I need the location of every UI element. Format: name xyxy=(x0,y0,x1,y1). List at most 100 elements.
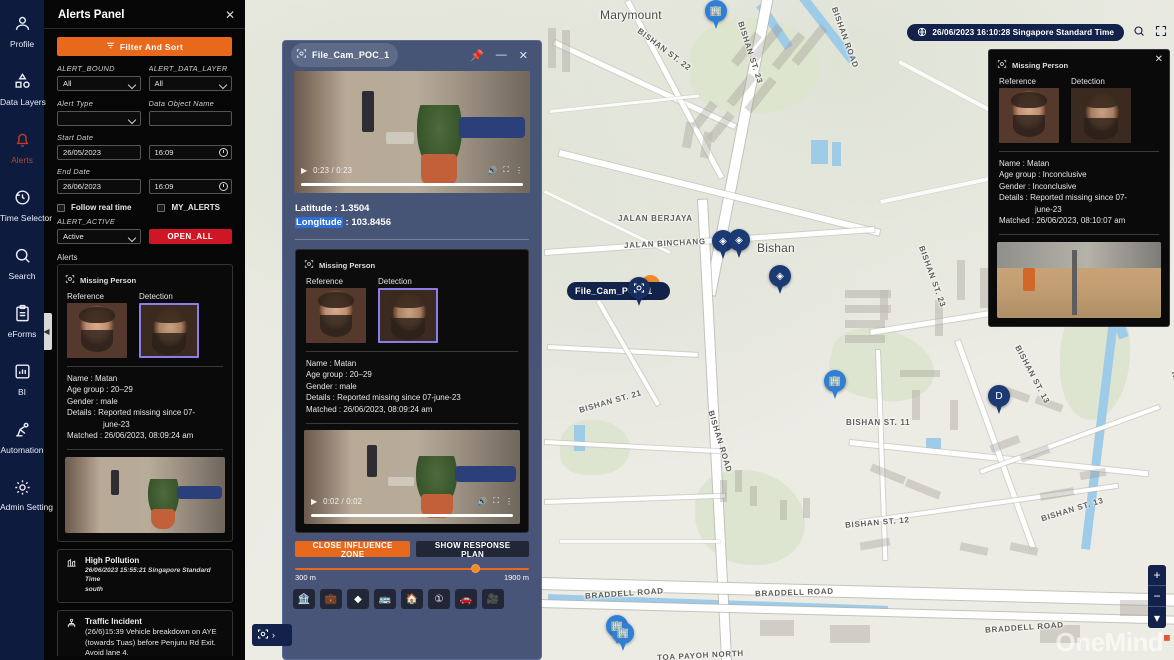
map-pin[interactable]: D xyxy=(988,385,1010,415)
alerts-panel[interactable]: Alerts Panel ✕ Filter And Sort ALERT_BOU… xyxy=(44,0,245,660)
camera-icon[interactable]: 🎥 xyxy=(482,589,504,610)
clock-icon[interactable] xyxy=(219,147,228,157)
pin-icon[interactable]: 📌 xyxy=(467,49,487,62)
clock-icon[interactable] xyxy=(219,181,228,191)
fullscreen-icon[interactable]: ⛶ xyxy=(493,496,499,506)
close-icon[interactable]: ✕ xyxy=(1155,54,1163,65)
alert-card-traffic[interactable]: Traffic Incident (26/6)15:39 Vehicle bre… xyxy=(57,610,233,656)
sidebar-item-profile[interactable]: Profile xyxy=(0,8,44,54)
chevron-right-icon[interactable]: › xyxy=(272,630,275,640)
influence-radius-slider[interactable] xyxy=(295,564,529,574)
alert-bound-select[interactable]: All xyxy=(57,76,141,91)
open-all-button[interactable]: OPEN_ALL xyxy=(148,229,232,244)
dialog-action-row[interactable]: CLOSE INFLUENCE ZONE SHOW RESPONSE PLAN xyxy=(295,541,529,559)
briefcase-icon[interactable]: 💼 xyxy=(320,589,342,610)
alert-card-detection[interactable]: Missing Person Reference Detection Name … xyxy=(57,264,233,543)
dialog-header[interactable]: File_Cam_POC_1 📌 — ✕ xyxy=(283,41,541,69)
more-vertical-icon[interactable]: ⋮ xyxy=(515,166,523,175)
map-pin[interactable]: 🏢 xyxy=(705,0,727,30)
map-pin[interactable]: ◈ xyxy=(728,229,750,259)
building-icon[interactable]: 🏦 xyxy=(293,589,315,610)
left-nav-rail[interactable]: Profile Data Layers Alerts Time Selector xyxy=(0,0,53,660)
map-zoom-controls[interactable]: + − ▾ xyxy=(1148,565,1166,628)
expand-icon[interactable] xyxy=(1155,25,1167,40)
sidebar-item-search[interactable]: Search xyxy=(0,240,44,286)
sidebar-item-admin-setting[interactable]: Admin Setting xyxy=(0,472,53,517)
data-object-name-field[interactable]: Data Object Name xyxy=(148,99,232,126)
map-pin-camera[interactable] xyxy=(628,277,650,307)
compass-button[interactable]: ▾ xyxy=(1148,607,1166,628)
start-date-row[interactable]: Start Date 26/05/2023 16:09 xyxy=(57,133,232,160)
end-date-inputs[interactable]: 26/06/2023 16:09 xyxy=(57,179,232,194)
filter-row-2[interactable]: Alert Type Data Object Name xyxy=(57,99,232,126)
sidebar-item-automation[interactable]: Automation xyxy=(0,414,44,460)
video-player-top[interactable]: ▶ 0:23 / 0:23 🔊 ⛶ ⋮ xyxy=(294,71,530,193)
diamond-icon[interactable]: ◆ xyxy=(347,589,369,610)
alert-card-pollution[interactable]: High Pollution 26/06/2023 15:55:21 Singa… xyxy=(57,549,233,604)
alert-detail-popup[interactable]: ✕ Missing Person Reference Detection Nam… xyxy=(988,49,1170,328)
sidebar-item-time-selector[interactable]: Time Selector xyxy=(0,182,52,228)
show-response-plan-button[interactable]: SHOW RESPONSE PLAN xyxy=(416,541,529,559)
close-icon[interactable]: ✕ xyxy=(225,8,235,22)
volume-icon[interactable]: 🔊 xyxy=(487,166,497,175)
search-icon[interactable] xyxy=(1133,25,1145,40)
map-camera-label[interactable]: File_Cam_POC_1 xyxy=(567,282,671,300)
car-icon[interactable]: 🚗 xyxy=(455,589,477,610)
data-object-name-input[interactable] xyxy=(148,111,232,126)
alerts-list[interactable]: Missing Person Reference Detection Name … xyxy=(57,264,233,656)
camera-quick-badge[interactable]: › xyxy=(252,624,292,646)
more-vertical-icon[interactable]: ⋮ xyxy=(505,497,513,506)
checkbox-row[interactable]: Follow real time MY_ALERTS xyxy=(57,203,232,212)
video-player-bottom[interactable]: ▶ 0:02 / 0:02 🔊 ⛶ ⋮ xyxy=(304,430,520,525)
slider-knob[interactable] xyxy=(470,564,480,574)
alert-data-layer-field[interactable]: ALERT_DATA_LAYER All xyxy=(148,64,232,91)
camera-detail-dialog[interactable]: File_Cam_POC_1 📌 — ✕ ▶ 0:23 / 0:23 🔊 ⛶ ⋮ xyxy=(282,40,542,660)
alert-bound-field[interactable]: ALERT_BOUND All xyxy=(57,64,141,91)
video-controls-top[interactable]: ▶ 0:23 / 0:23 🔊 ⛶ ⋮ xyxy=(294,162,530,178)
sidebar-item-data-layers[interactable]: Data Layers xyxy=(0,66,46,112)
play-icon[interactable]: ▶ xyxy=(301,166,307,175)
close-influence-zone-button[interactable]: CLOSE INFLUENCE ZONE xyxy=(295,541,411,559)
sidebar-item-alerts[interactable]: Alerts xyxy=(0,124,44,170)
map-pin[interactable]: 🏢 xyxy=(824,370,846,400)
bus-stop-icon[interactable]: 🚌 xyxy=(374,589,396,610)
alert-active-cell[interactable]: Active xyxy=(57,229,141,244)
start-date-input[interactable]: 26/05/2023 xyxy=(57,145,141,160)
open-all-cell[interactable]: OPEN_ALL xyxy=(148,229,232,244)
map-layer-toolbar[interactable]: 🏦 💼 ◆ 🚌 🏠 ① 🚗 🎥 xyxy=(293,589,531,610)
zoom-out-button[interactable]: − xyxy=(1148,586,1166,607)
dialog-title-chip[interactable]: File_Cam_POC_1 xyxy=(291,43,399,67)
drop-pin-icon[interactable]: ① xyxy=(428,589,450,610)
volume-icon[interactable]: 🔊 xyxy=(477,497,487,506)
video-progress-top[interactable] xyxy=(301,183,523,186)
map-pin[interactable]: ◈ xyxy=(769,265,791,295)
start-time-cell[interactable]: 16:09 xyxy=(148,145,232,160)
filter-and-sort-button[interactable]: Filter And Sort xyxy=(57,37,232,56)
start-date-cell[interactable]: 26/05/2023 xyxy=(57,145,141,160)
alert-type-select[interactable] xyxy=(57,111,141,126)
end-date-cell[interactable]: 26/06/2023 xyxy=(57,179,141,194)
follow-real-time-checkbox[interactable] xyxy=(57,203,65,212)
sidebar-item-eforms[interactable]: eForms xyxy=(0,298,44,344)
time-status-bar[interactable]: 26/06/2023 16:10:28 Singapore Standard T… xyxy=(907,24,1124,41)
my-alerts-checkbox[interactable] xyxy=(157,203,166,212)
video-progress-bottom[interactable] xyxy=(311,514,513,518)
start-date-inputs[interactable]: 26/05/2023 16:09 xyxy=(57,145,232,160)
home-icon[interactable]: 🏠 xyxy=(401,589,423,610)
play-icon[interactable]: ▶ xyxy=(311,497,317,506)
fullscreen-icon[interactable]: ⛶ xyxy=(503,165,509,175)
end-time-cell[interactable]: 16:09 xyxy=(148,179,232,194)
end-date-input[interactable]: 26/06/2023 xyxy=(57,179,141,194)
minimize-icon[interactable]: — xyxy=(493,49,510,61)
alert-active-select[interactable]: Active xyxy=(57,229,141,244)
end-date-row[interactable]: End Date 26/06/2023 16:09 xyxy=(57,167,232,194)
filter-row-1[interactable]: ALERT_BOUND All ALERT_DATA_LAYER All xyxy=(57,64,232,91)
alert-data-layer-select[interactable]: All xyxy=(148,76,232,91)
sidebar-item-bi[interactable]: BI xyxy=(0,356,44,402)
video-controls-bottom[interactable]: ▶ 0:02 / 0:02 🔊 ⛶ ⋮ xyxy=(304,493,520,509)
close-icon[interactable]: ✕ xyxy=(516,49,531,62)
alert-active-row[interactable]: ALERT_ACTIVE Active OPEN_ALL xyxy=(57,217,232,244)
zoom-in-button[interactable]: + xyxy=(1148,565,1166,586)
alerts-panel-form[interactable]: Filter And Sort ALERT_BOUND All ALERT_DA… xyxy=(44,29,245,244)
alert-type-field[interactable]: Alert Type xyxy=(57,99,141,126)
